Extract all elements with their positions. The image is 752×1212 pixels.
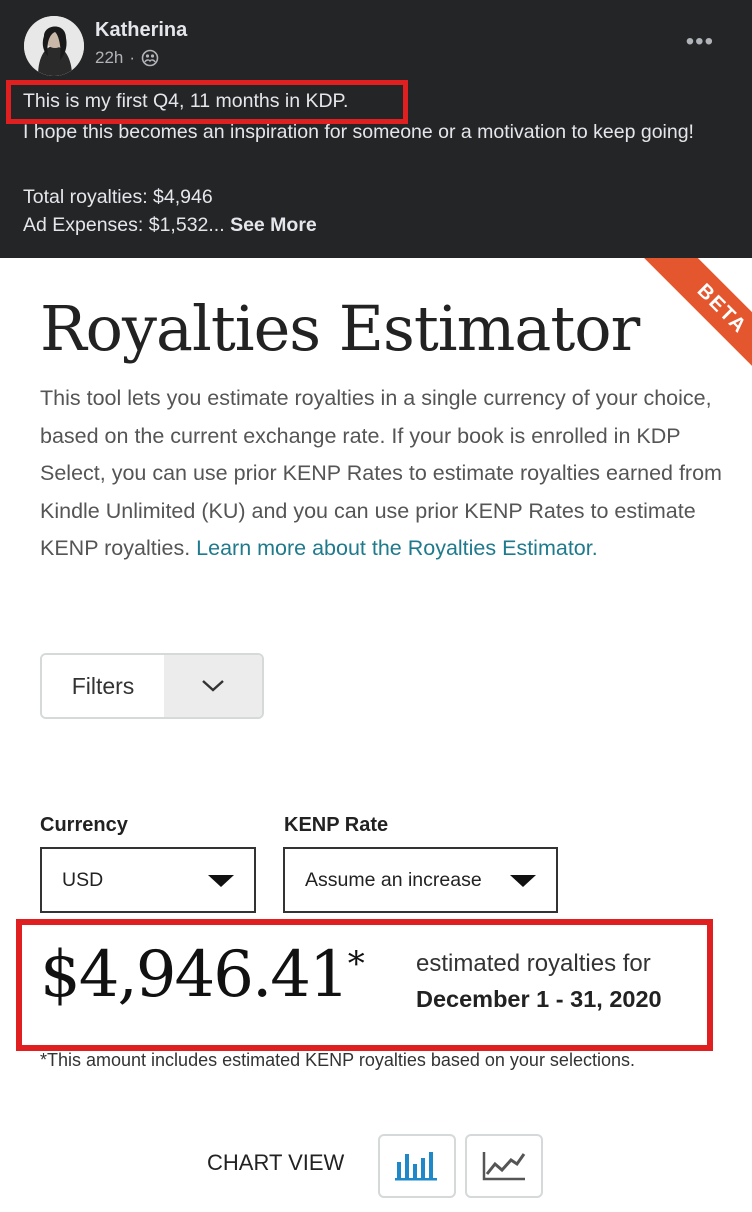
currency-select[interactable]: USD	[40, 847, 256, 913]
chevron-down-icon[interactable]	[164, 655, 262, 717]
chart-view-label: CHART VIEW	[207, 1150, 345, 1175]
highlight-box-amount	[16, 919, 713, 1051]
description: This tool lets you estimate royalties in…	[40, 380, 730, 568]
post-meta: 22h ·	[95, 48, 159, 68]
line-chart-button[interactable]	[465, 1134, 543, 1198]
line-chart-icon	[482, 1152, 526, 1181]
learn-more-link[interactable]: Learn more about the Royalties Estimator…	[196, 536, 598, 560]
kenp-rate-label: KENP Rate	[284, 814, 389, 836]
meta-separator: ·	[129, 48, 136, 67]
bar-chart-button[interactable]	[378, 1134, 456, 1198]
currency-label: Currency	[40, 814, 128, 836]
kenp-rate-select[interactable]: Assume an increase	[283, 847, 558, 913]
filters-label: Filters	[42, 655, 164, 717]
post-text-line2: I hope this becomes an inspiration for s…	[23, 121, 694, 143]
caret-down-icon	[510, 875, 536, 887]
caret-down-icon	[208, 875, 234, 887]
description-text: This tool lets you estimate royalties in…	[40, 386, 722, 560]
see-more-link[interactable]: See More	[230, 214, 317, 236]
post-royalties-line: Total royalties: $4,946	[23, 186, 213, 208]
facebook-post: Katherina 22h · ••• This is my first Q4,…	[0, 0, 752, 258]
more-horizontal-icon[interactable]: •••	[686, 28, 714, 56]
friends-icon	[141, 49, 159, 67]
page-title: Royalties Estimator	[40, 292, 640, 365]
filters-dropdown[interactable]: Filters	[40, 653, 264, 719]
author-name[interactable]: Katherina	[95, 19, 187, 42]
post-ads-text: Ad Expenses: $1,532...	[23, 214, 225, 236]
beta-ribbon: BETA	[637, 258, 752, 394]
currency-value: USD	[62, 868, 104, 891]
post-time[interactable]: 22h	[95, 48, 123, 68]
author-avatar[interactable]	[24, 16, 84, 76]
bar-chart-icon	[395, 1152, 437, 1181]
kenp-rate-value: Assume an increase	[305, 868, 482, 891]
post-ads-line: Ad Expenses: $1,532... See More	[23, 214, 317, 237]
